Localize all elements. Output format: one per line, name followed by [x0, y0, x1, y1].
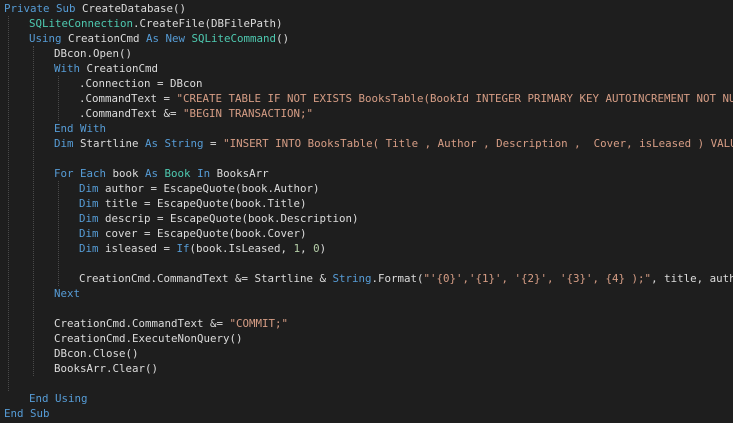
- code-line[interactable]: DBcon.Open(): [54, 46, 132, 61]
- indent-guide: [58, 181, 59, 286]
- code-line[interactable]: Using CreationCmd As New SQLiteCommand(): [29, 31, 289, 46]
- code-line[interactable]: Dim cover = EscapeQuote(book.Cover): [79, 226, 307, 241]
- code-token: Dim: [54, 137, 81, 150]
- code-line[interactable]: CreationCmd.CommandText &= Startline & S…: [79, 271, 733, 286]
- code-line[interactable]: With CreationCmd: [54, 61, 158, 76]
- code-token: CreationCmd: [86, 62, 159, 75]
- code-token: "'{0}','{1}', '{2}', '{3}', {4} );": [423, 272, 652, 285]
- code-token: End With: [54, 122, 107, 135]
- code-token: book: [112, 167, 146, 180]
- code-token: As New: [146, 32, 192, 45]
- code-token: Startline: [80, 137, 146, 150]
- code-token: SQLiteConnection: [29, 17, 134, 30]
- code-token: CreationCmd.CommandText &=: [54, 317, 230, 330]
- code-token: .Format(: [371, 272, 424, 285]
- code-token: ): [319, 242, 327, 255]
- code-line[interactable]: End With: [54, 121, 106, 136]
- code-token: author = EscapeQuote(book.Author): [105, 182, 320, 195]
- code-token: "INSERT INTO BooksTable( Title , Author …: [223, 137, 733, 150]
- code-line[interactable]: Private Sub CreateDatabase(): [4, 1, 186, 16]
- code-editor[interactable]: Private Sub CreateDatabase() SQLiteConnec…: [0, 0, 733, 423]
- code-token: .CommandText =: [79, 92, 177, 105]
- code-line[interactable]: Dim author = EscapeQuote(book.Author): [79, 181, 320, 196]
- code-line[interactable]: SQLiteConnection.CreateFile(DBFilePath): [29, 16, 283, 31]
- code-token: title = EscapeQuote(book.Title): [105, 197, 307, 210]
- code-token: Private Sub: [4, 2, 83, 15]
- code-token: isleased =: [105, 242, 177, 255]
- code-token: Book: [164, 167, 198, 180]
- code-token: ,: [300, 242, 314, 255]
- code-token: DBcon.Open(): [54, 47, 133, 60]
- code-line[interactable]: Dim title = EscapeQuote(book.Title): [79, 196, 307, 211]
- code-token: CreationCmd.CommandText &= Startline &: [79, 272, 333, 285]
- indent-guide: [58, 76, 59, 121]
- indent-guide: [8, 16, 9, 391]
- code-line[interactable]: End Using: [29, 391, 88, 406]
- code-token: "CREATE TABLE IF NOT EXISTS BooksTable(B…: [176, 92, 733, 105]
- code-token: Dim: [79, 242, 106, 255]
- code-token: Dim: [79, 182, 106, 195]
- code-token: SQLiteCommand: [191, 32, 277, 45]
- code-token: CreationCmd.ExecuteNonQuery(): [54, 332, 243, 345]
- code-token: With: [54, 62, 87, 75]
- code-token: cover = EscapeQuote(book.Cover): [105, 227, 307, 240]
- code-token: For Each: [54, 167, 113, 180]
- code-line[interactable]: End Sub: [4, 406, 50, 421]
- code-token: Next: [54, 287, 81, 300]
- code-line[interactable]: Next: [54, 286, 80, 301]
- code-token: .Connection = DBcon: [79, 77, 203, 90]
- code-line[interactable]: BooksArr.Clear(): [54, 361, 158, 376]
- code-token: (book.IsLeased,: [189, 242, 294, 255]
- code-token: , title, author,: [651, 272, 733, 285]
- code-token: Dim: [79, 212, 106, 225]
- code-line[interactable]: Dim descrip = EscapeQuote(book.Descripti…: [79, 211, 359, 226]
- code-token: "COMMIT;": [229, 317, 289, 330]
- code-token: .CreateFile(DBFilePath): [133, 17, 283, 30]
- code-token: descrip = EscapeQuote(book.Description): [105, 212, 359, 225]
- code-token: =: [210, 137, 224, 150]
- code-token: String: [332, 272, 372, 285]
- code-line[interactable]: CreationCmd.ExecuteNonQuery(): [54, 331, 243, 346]
- code-token: If: [176, 242, 190, 255]
- code-line[interactable]: Dim Startline As String = "INSERT INTO B…: [54, 136, 733, 151]
- code-token: CreateDatabase(): [82, 2, 187, 15]
- code-token: CreationCmd: [68, 32, 147, 45]
- code-line[interactable]: Dim isleased = If(book.IsLeased, 1, 0): [79, 241, 326, 256]
- code-token: (): [276, 32, 290, 45]
- code-line[interactable]: .CommandText = "CREATE TABLE IF NOT EXIS…: [79, 91, 733, 106]
- code-token: As String: [145, 137, 211, 150]
- code-token: Using: [29, 32, 69, 45]
- code-line[interactable]: .CommandText &= "BEGIN TRANSACTION;": [79, 106, 313, 121]
- code-line[interactable]: DBcon.Close(): [54, 346, 139, 361]
- code-token: .CommandText &=: [79, 107, 184, 120]
- code-token: As: [145, 167, 165, 180]
- code-token: End Using: [29, 392, 88, 405]
- code-token: DBcon.Close(): [54, 347, 139, 360]
- code-line[interactable]: For Each book As Book In BooksArr: [54, 166, 269, 181]
- code-token: BooksArr.Clear(): [54, 362, 159, 375]
- code-token: In: [197, 167, 217, 180]
- code-token: "BEGIN TRANSACTION;": [183, 107, 314, 120]
- code-token: BooksArr: [216, 167, 269, 180]
- indent-guide: [33, 46, 34, 376]
- code-line[interactable]: CreationCmd.CommandText &= "COMMIT;": [54, 316, 288, 331]
- code-line[interactable]: .Connection = DBcon: [79, 76, 203, 91]
- code-token: Dim: [79, 227, 106, 240]
- code-token: Dim: [79, 197, 106, 210]
- code-token: End Sub: [4, 407, 50, 420]
